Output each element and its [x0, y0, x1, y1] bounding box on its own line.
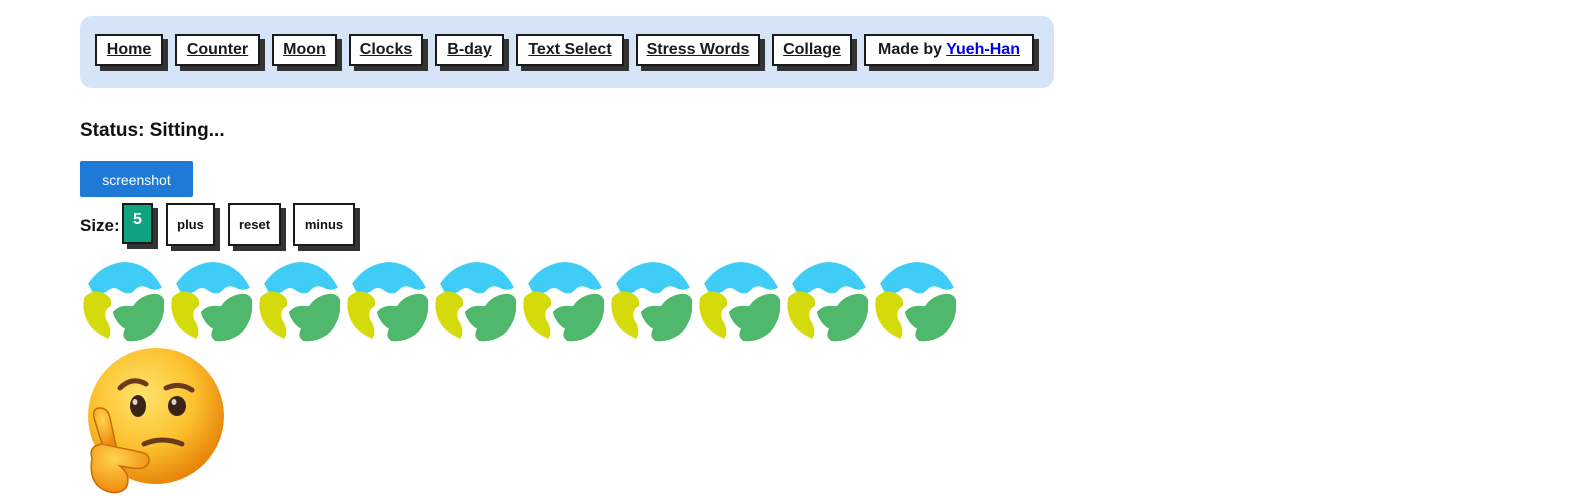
globe-icon — [83, 262, 164, 342]
globe-icon — [611, 262, 692, 342]
nav-clocks-link[interactable]: Clocks — [349, 34, 423, 66]
reset-button[interactable]: reset — [228, 203, 281, 246]
nav-stress-words-link[interactable]: Stress Words — [636, 34, 760, 66]
thinking-face-icon — [88, 348, 224, 494]
author-link[interactable]: Yueh-Han — [946, 41, 1020, 58]
made-by-credit: Made by Yueh-Han — [864, 34, 1034, 66]
globe-icon — [875, 262, 956, 342]
page: Home Counter Moon Clocks B-day Text Sele… — [0, 0, 1569, 496]
size-value-badge: 5 — [122, 203, 153, 244]
nav-home-link[interactable]: Home — [95, 34, 163, 66]
globe-icon — [787, 262, 868, 342]
nav-counter-link[interactable]: Counter — [175, 34, 260, 66]
globe-icon — [435, 262, 516, 342]
nav-text-select-link[interactable]: Text Select — [516, 34, 624, 66]
size-label: Size: — [80, 216, 120, 235]
globe-icon — [171, 262, 252, 342]
nav-bday-link[interactable]: B-day — [435, 34, 504, 66]
globe-icon — [347, 262, 428, 342]
made-by-prefix: Made by — [878, 41, 943, 58]
nav-collage-link[interactable]: Collage — [772, 34, 852, 66]
nav-moon-link[interactable]: Moon — [272, 34, 337, 66]
status-text: Status: Sitting... — [80, 120, 225, 141]
globe-icon — [259, 262, 340, 342]
globe-icon — [523, 262, 604, 342]
minus-button[interactable]: minus — [293, 203, 355, 246]
screenshot-button[interactable]: screenshot — [80, 161, 193, 197]
nav-bar: Home Counter Moon Clocks B-day Text Sele… — [80, 16, 1054, 88]
plus-button[interactable]: plus — [166, 203, 215, 246]
globe-icon — [699, 262, 780, 342]
